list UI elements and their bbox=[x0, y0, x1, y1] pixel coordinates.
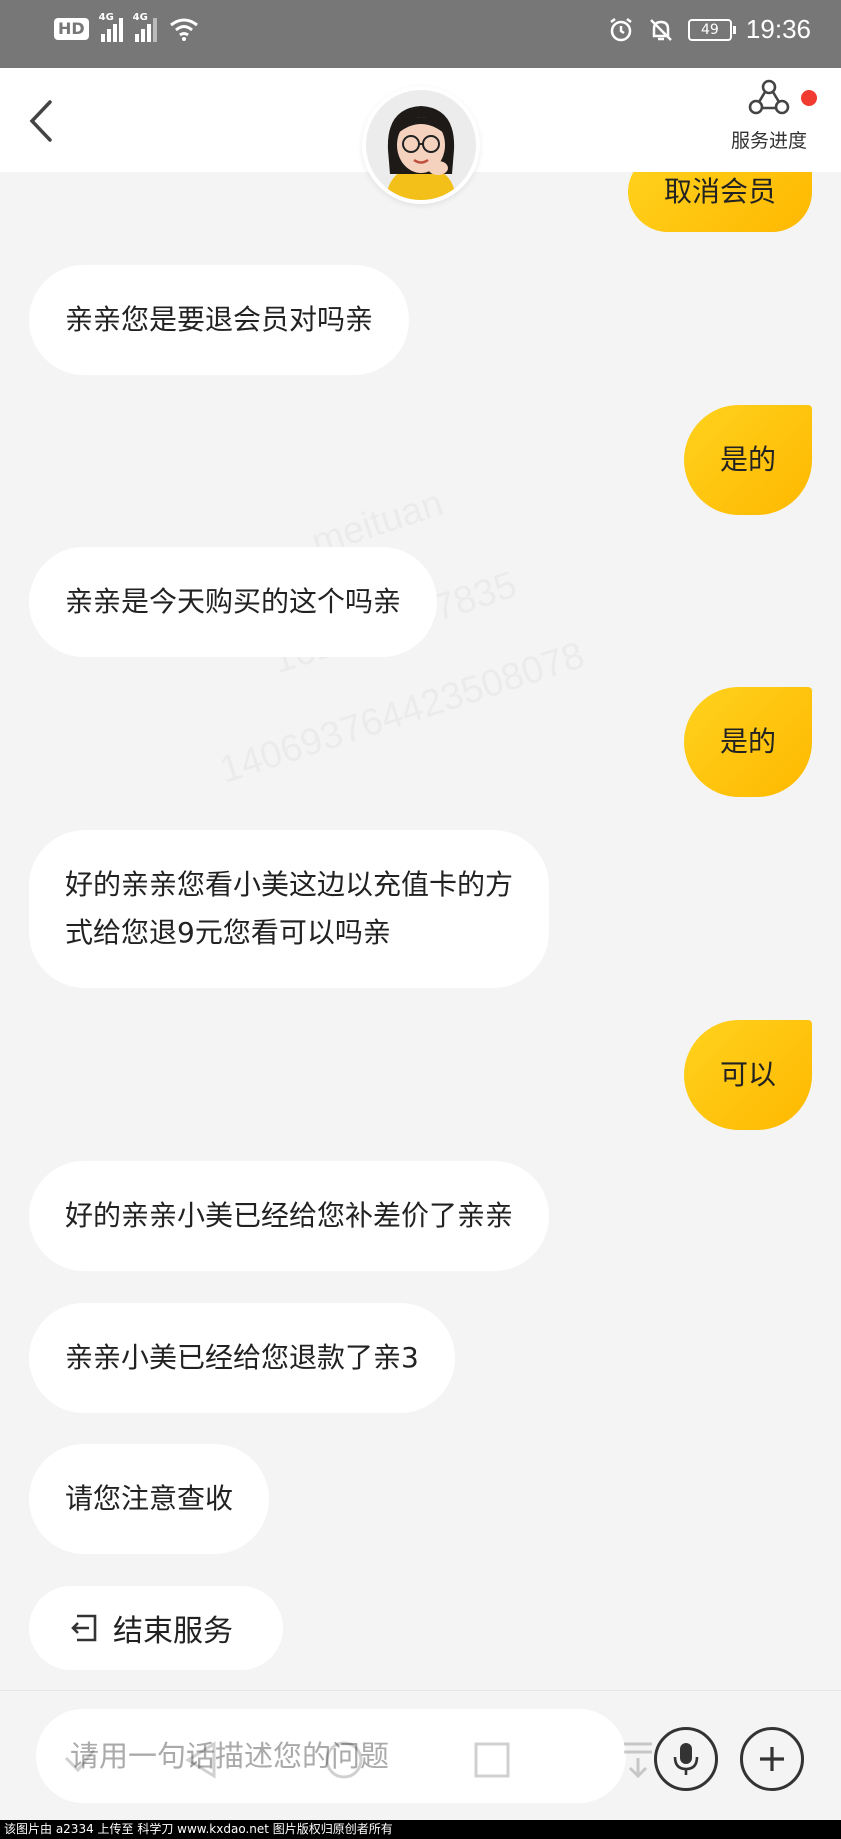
message-bubble-received: 好的亲亲您看小美这边以充值卡的方 式给您退9元您看可以吗亲 bbox=[29, 830, 550, 988]
notification-dot bbox=[801, 90, 817, 106]
clock: 19:36 bbox=[745, 14, 811, 44]
message-bubble-received: 请您注意查收 bbox=[29, 1444, 270, 1554]
more-options-button[interactable] bbox=[740, 1727, 804, 1791]
status-bar: HD 4G 4G 49 19:36 bbox=[0, 0, 841, 68]
message-text: 亲亲小美已经给您退款了亲3 bbox=[65, 1341, 419, 1374]
message-text-line: 好的亲亲您看小美这边以充值卡的方 bbox=[65, 868, 514, 901]
agent-avatar-image bbox=[366, 90, 476, 200]
message-bubble-received: 好的亲亲小美已经给您补差价了亲亲 bbox=[29, 1161, 550, 1271]
service-progress-label: 服务进度 bbox=[730, 130, 807, 152]
end-service-button[interactable]: 结束服务 bbox=[29, 1586, 283, 1670]
battery-icon: 49 bbox=[687, 18, 736, 41]
message-bubble-received: 亲亲小美已经给您退款了亲3 bbox=[29, 1303, 455, 1413]
message-bubble-sent: 取消会员 bbox=[627, 172, 812, 232]
signal-icon: 4G bbox=[133, 12, 157, 42]
signal-icon: 4G bbox=[99, 12, 123, 42]
wifi-icon bbox=[169, 18, 198, 41]
message-bubble-sent: 是的 bbox=[683, 405, 812, 515]
message-text: 是的 bbox=[719, 443, 776, 476]
message-text-line: 式给您退9元您看可以吗亲 bbox=[65, 916, 391, 949]
end-service-label: 结束服务 bbox=[113, 1614, 233, 1649]
input-bar bbox=[0, 1690, 841, 1820]
network-type: 4G bbox=[98, 12, 114, 23]
message-text: 亲亲是今天购买的这个吗亲 bbox=[65, 585, 402, 618]
voice-input-button[interactable] bbox=[654, 1727, 718, 1791]
back-button[interactable] bbox=[26, 98, 62, 144]
message-bubble-sent: 是的 bbox=[683, 687, 812, 797]
chevron-left-icon bbox=[29, 100, 52, 142]
network-type: 4G bbox=[132, 12, 148, 23]
alarm-icon bbox=[610, 17, 632, 41]
watermark-text: 140693764423508078 bbox=[215, 634, 590, 792]
message-bubble-received: 亲亲是今天购买的这个吗亲 bbox=[29, 547, 438, 657]
message-text: 好的亲亲小美已经给您补差价了亲亲 bbox=[65, 1199, 514, 1232]
exit-icon bbox=[71, 1614, 97, 1642]
message-input[interactable] bbox=[36, 1709, 626, 1803]
message-text: 请您注意查收 bbox=[65, 1482, 234, 1515]
image-credit-bar: 该图片由 a2334 上传至 科学刀 www.kxdao.net 图片版权归原创… bbox=[0, 1820, 841, 1839]
plus-icon bbox=[760, 1747, 784, 1771]
message-text: 亲亲您是要退会员对吗亲 bbox=[65, 303, 374, 336]
service-progress-button[interactable]: 服务进度 bbox=[709, 78, 829, 168]
message-bubble-sent: 可以 bbox=[683, 1020, 812, 1130]
message-text: 是的 bbox=[719, 725, 776, 758]
message-bubble-received: 亲亲您是要退会员对吗亲 bbox=[29, 265, 410, 375]
agent-avatar[interactable] bbox=[362, 86, 480, 204]
message-text: 可以 bbox=[719, 1058, 776, 1091]
chat-area[interactable]: meituan 162477837835 140693764423508078 … bbox=[0, 172, 841, 1690]
hd-indicator: HD bbox=[54, 18, 89, 40]
battery-level: 49 bbox=[701, 21, 719, 38]
service-progress-icon bbox=[748, 79, 790, 115]
microphone-icon bbox=[673, 1743, 699, 1775]
mute-bell-icon bbox=[650, 18, 672, 41]
message-text: 取消会员 bbox=[663, 175, 776, 208]
